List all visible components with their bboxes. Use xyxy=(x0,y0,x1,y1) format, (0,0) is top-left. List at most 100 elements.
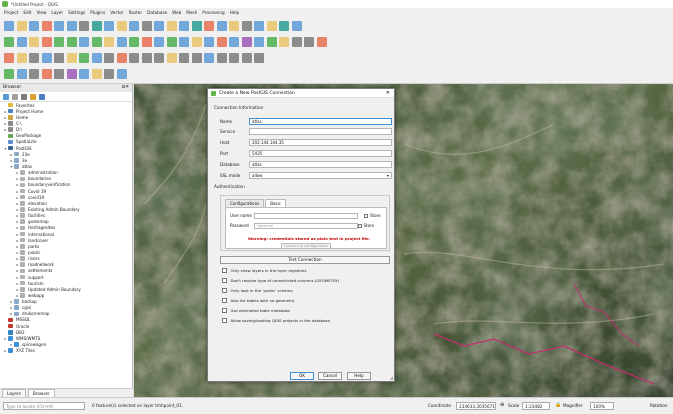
toolbar-tool-icon[interactable] xyxy=(54,69,64,79)
toolbar-tool-icon[interactable] xyxy=(216,37,227,47)
toolbar-tool-icon[interactable] xyxy=(241,53,252,63)
toolbar-tool-icon[interactable] xyxy=(16,21,27,31)
toolbar-tool-icon[interactable] xyxy=(291,37,302,47)
toolbar-tool-icon[interactable] xyxy=(304,37,314,47)
toolbar-tool-icon[interactable] xyxy=(179,53,189,63)
toolbar-tool-icon[interactable] xyxy=(191,37,202,47)
locator-search-input[interactable]: Type to locate (Ctrl+K) xyxy=(3,402,85,410)
toolbar-tool-icon[interactable] xyxy=(216,21,227,31)
toolbar-tool-icon[interactable] xyxy=(79,53,89,63)
menu-layer[interactable]: Layer xyxy=(51,10,63,15)
magnifier-field[interactable]: 100% xyxy=(590,402,614,410)
toolbar-tool-icon[interactable] xyxy=(54,37,64,47)
toolbar-tool-icon[interactable] xyxy=(229,37,239,47)
toolbar-tool-icon[interactable] xyxy=(154,21,164,31)
menu-raster[interactable]: Raster xyxy=(129,10,143,15)
toolbar-tool-icon[interactable] xyxy=(104,53,114,63)
toolbar-tool-icon[interactable] xyxy=(104,21,114,31)
toolbar-tool-icon[interactable] xyxy=(104,69,114,79)
toolbar-tool-icon[interactable] xyxy=(66,53,77,63)
toolbar-tool-icon[interactable] xyxy=(154,37,164,47)
menu-database[interactable]: Database xyxy=(147,10,167,15)
service-field[interactable] xyxy=(249,127,392,135)
toolbar-tool-icon[interactable] xyxy=(241,21,252,31)
option-layer-registries[interactable]: Only show layers in the layer registries xyxy=(222,267,306,274)
menu-project[interactable]: Project xyxy=(4,10,18,15)
toolbar-tool-icon[interactable] xyxy=(191,53,202,63)
menu-mesh[interactable]: Mesh xyxy=(186,10,197,15)
menu-processing[interactable]: Processing xyxy=(202,10,224,15)
toolbar-tool-icon[interactable] xyxy=(66,69,77,79)
menu-vector[interactable]: Vector xyxy=(110,10,123,15)
toolbar-tool-icon[interactable] xyxy=(216,53,227,63)
toolbar-tool-icon[interactable] xyxy=(91,37,102,47)
help-icon[interactable] xyxy=(39,93,45,100)
lock-scale-icon[interactable]: 🔒 xyxy=(555,402,561,408)
toolbar-tool-icon[interactable] xyxy=(166,37,177,47)
toolbar-tool-icon[interactable] xyxy=(254,53,264,63)
menu-web[interactable]: Web xyxy=(172,10,181,15)
toolbar-tool-icon[interactable] xyxy=(29,53,39,63)
toolbar-tool-icon[interactable] xyxy=(79,21,89,31)
toolbar-tool-icon[interactable] xyxy=(129,37,139,47)
toolbar-tool-icon[interactable] xyxy=(229,21,239,31)
toolbar-tool-icon[interactable] xyxy=(141,53,152,63)
toolbar-tool-icon[interactable] xyxy=(41,37,52,47)
toolbar-tool-icon[interactable] xyxy=(166,21,177,31)
refresh-icon[interactable] xyxy=(3,93,9,100)
store-username-checkbox[interactable] xyxy=(364,213,368,218)
toolbar-tool-icon[interactable] xyxy=(116,21,127,31)
menu-help[interactable]: Help xyxy=(230,10,240,15)
toolbar-tool-icon[interactable] xyxy=(241,37,252,47)
cancel-button[interactable]: Cancel xyxy=(318,372,342,380)
toolbar-tool-icon[interactable] xyxy=(41,21,52,31)
ssl-mode-select[interactable]: allow xyxy=(249,171,392,179)
convert-to-configuration-button[interactable]: Convert to configuration xyxy=(281,243,331,249)
checkbox[interactable] xyxy=(222,288,227,293)
collapse-all-icon[interactable] xyxy=(21,93,27,100)
toolbar-tool-icon[interactable] xyxy=(141,37,152,47)
toolbar-tool-icon[interactable] xyxy=(91,53,102,63)
toolbar-tool-icon[interactable] xyxy=(229,53,239,63)
store-password-checkbox[interactable] xyxy=(357,223,362,228)
toolbar-tool-icon[interactable] xyxy=(254,37,264,47)
toolbar-tool-icon[interactable] xyxy=(116,37,127,47)
toolbar-tool-icon[interactable] xyxy=(116,53,127,63)
toolbar-tool-icon[interactable] xyxy=(4,37,14,47)
enable-properties-icon[interactable] xyxy=(30,93,36,100)
filter-icon[interactable] xyxy=(12,93,18,100)
option-estimated-metadata[interactable]: Use estimated table metadata xyxy=(222,307,290,314)
toolbar-tool-icon[interactable] xyxy=(129,21,139,31)
menu-plugins[interactable]: Plugins xyxy=(90,10,105,15)
toolbar-tool-icon[interactable] xyxy=(254,21,264,31)
port-field[interactable]: 5435 xyxy=(249,149,392,157)
extents-toggle-icon[interactable]: ⊕ xyxy=(500,402,504,408)
toolbar-tool-icon[interactable] xyxy=(179,21,189,31)
browser-tree-item[interactable]: ▸ XYZ Tiles xyxy=(0,348,132,354)
toolbar-tool-icon[interactable] xyxy=(279,37,289,47)
toolbar-tool-icon[interactable] xyxy=(129,53,139,63)
toolbar-tool-icon[interactable] xyxy=(79,37,89,47)
option-public-schema[interactable]: Only look in the 'public' schema xyxy=(222,287,293,294)
toolbar-tool-icon[interactable] xyxy=(41,69,52,79)
toolbar-tool-icon[interactable] xyxy=(204,37,214,47)
checkbox[interactable] xyxy=(222,308,227,313)
option-unrestricted-columns[interactable]: Don't resolve type of unrestricted colum… xyxy=(222,277,339,284)
resize-grip-icon[interactable]: ◢ xyxy=(390,375,393,380)
coordinate-field[interactable]: 234633,3035671 xyxy=(456,402,496,410)
toolbar-tool-icon[interactable] xyxy=(91,21,102,31)
toolbar-tool-icon[interactable] xyxy=(4,21,14,31)
toolbar-tool-icon[interactable] xyxy=(79,69,89,79)
toolbar-tool-icon[interactable] xyxy=(66,37,77,47)
ok-button[interactable]: OK xyxy=(290,372,314,380)
toolbar-tool-icon[interactable] xyxy=(266,37,277,47)
toolbar-tool-icon[interactable] xyxy=(16,53,27,63)
host-field[interactable]: 202.144.144.35 xyxy=(249,138,392,146)
toolbar-tool-icon[interactable] xyxy=(54,21,64,31)
password-field[interactable]: Optional xyxy=(254,222,358,229)
toolbar-tool-icon[interactable] xyxy=(179,37,189,47)
toolbar-tool-icon[interactable] xyxy=(116,69,127,79)
toolbar-tool-icon[interactable] xyxy=(4,69,14,79)
checkbox[interactable] xyxy=(222,318,227,323)
scale-field[interactable]: 1:23482 xyxy=(522,402,550,410)
